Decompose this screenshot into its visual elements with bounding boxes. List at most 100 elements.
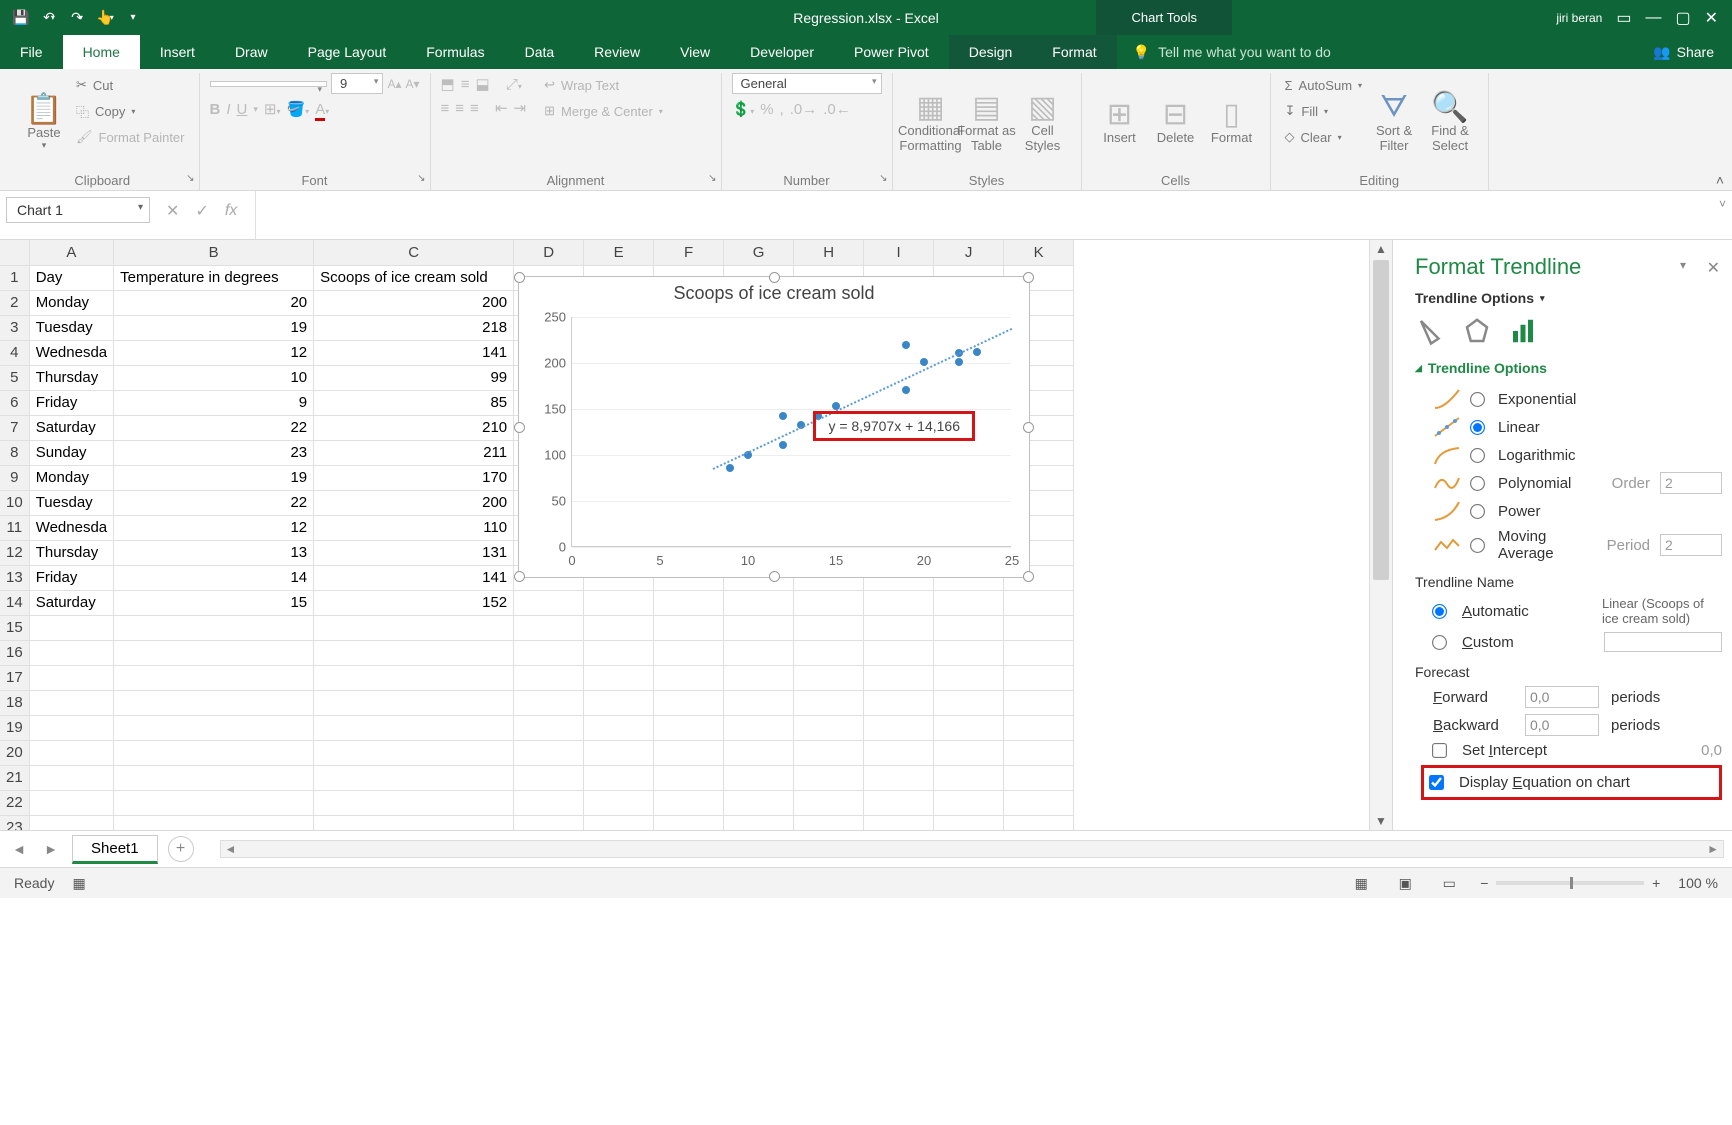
cell[interactable] xyxy=(794,640,864,665)
cell[interactable] xyxy=(794,615,864,640)
cell[interactable] xyxy=(314,640,514,665)
cell[interactable] xyxy=(864,815,934,830)
chart-data-point[interactable] xyxy=(902,386,910,394)
cell[interactable] xyxy=(514,740,584,765)
cell[interactable] xyxy=(584,640,654,665)
cell[interactable] xyxy=(934,640,1004,665)
cell[interactable] xyxy=(314,790,514,815)
conditional-formatting-button[interactable]: ▦Conditional Formatting xyxy=(903,73,959,172)
trendline-name-automatic[interactable]: AutomaticLinear (Scoops of ice cream sol… xyxy=(1433,596,1722,626)
align-middle-icon[interactable]: ≡ xyxy=(461,76,470,93)
align-bottom-icon[interactable]: ⬓ xyxy=(475,75,489,93)
row-header[interactable]: 22 xyxy=(0,790,29,815)
trend-exponential-option[interactable]: Exponential xyxy=(1433,388,1722,410)
cell[interactable] xyxy=(1004,640,1074,665)
percent-icon[interactable]: % xyxy=(760,101,773,118)
cell-styles-button[interactable]: ▧Cell Styles xyxy=(1015,73,1071,172)
cell[interactable] xyxy=(584,715,654,740)
cell[interactable] xyxy=(794,590,864,615)
cell[interactable] xyxy=(314,690,514,715)
tab-draw[interactable]: Draw xyxy=(215,35,288,69)
tab-file[interactable]: File xyxy=(0,35,63,69)
cell[interactable]: Monday xyxy=(29,290,113,315)
cell[interactable]: Tuesday xyxy=(29,315,113,340)
row-header[interactable]: 18 xyxy=(0,690,29,715)
trend-polynomial-option[interactable]: Polynomial Order 2 xyxy=(1433,472,1722,494)
embedded-chart[interactable]: Scoops of ice cream sold 050100150200250… xyxy=(518,276,1030,578)
cell[interactable]: Friday xyxy=(29,565,113,590)
chart-data-point[interactable] xyxy=(779,412,787,420)
cell[interactable] xyxy=(794,665,864,690)
tab-review[interactable]: Review xyxy=(574,35,660,69)
tab-design[interactable]: Design xyxy=(949,35,1033,69)
cell[interactable]: 170 xyxy=(314,465,514,490)
cell[interactable]: Sunday xyxy=(29,440,113,465)
tell-me-search[interactable]: 💡 Tell me what you want to do xyxy=(1117,35,1654,69)
cell[interactable] xyxy=(654,740,724,765)
trendline-options-section[interactable]: Trendline Options xyxy=(1428,360,1547,376)
cell[interactable] xyxy=(934,690,1004,715)
increase-font-icon[interactable]: A▴ xyxy=(387,77,401,91)
cell[interactable] xyxy=(1004,665,1074,690)
bold-button[interactable]: B xyxy=(210,101,221,118)
cell[interactable] xyxy=(794,740,864,765)
cell[interactable]: Wednesda xyxy=(29,340,113,365)
cell[interactable] xyxy=(724,640,794,665)
row-header[interactable]: 8 xyxy=(0,440,29,465)
cell[interactable] xyxy=(724,615,794,640)
cell[interactable]: 210 xyxy=(314,415,514,440)
cell[interactable]: Temperature in degrees xyxy=(114,265,314,290)
cell[interactable] xyxy=(654,640,724,665)
cell[interactable] xyxy=(114,815,314,830)
cell[interactable]: 13 xyxy=(114,540,314,565)
cell[interactable]: 14 xyxy=(114,565,314,590)
chart-data-point[interactable] xyxy=(902,341,910,349)
row-header[interactable]: 4 xyxy=(0,340,29,365)
row-header[interactable]: 23 xyxy=(0,815,29,830)
delete-cells-button[interactable]: ⊟Delete xyxy=(1148,73,1204,172)
cell[interactable] xyxy=(864,665,934,690)
fill-color-icon[interactable]: 🪣▾ xyxy=(286,100,309,118)
forecast-backward-input[interactable] xyxy=(1525,714,1599,736)
cell[interactable] xyxy=(1004,740,1074,765)
column-header[interactable]: D xyxy=(514,240,584,265)
custom-name-input[interactable] xyxy=(1604,632,1722,652)
chart-handle[interactable] xyxy=(514,272,525,283)
cell[interactable]: 152 xyxy=(314,590,514,615)
sheet-tab-sheet1[interactable]: Sheet1 xyxy=(72,835,158,864)
collapse-ribbon-icon[interactable]: ˄ xyxy=(1716,172,1724,188)
cell[interactable] xyxy=(514,590,584,615)
cell[interactable] xyxy=(29,715,113,740)
tab-insert[interactable]: Insert xyxy=(140,35,215,69)
column-header[interactable]: A xyxy=(29,240,113,265)
share-button[interactable]: 👥 Share xyxy=(1653,35,1732,69)
cell[interactable] xyxy=(114,765,314,790)
tab-data[interactable]: Data xyxy=(505,35,575,69)
tab-page-layout[interactable]: Page Layout xyxy=(288,35,407,69)
cell[interactable] xyxy=(864,615,934,640)
cell[interactable] xyxy=(654,615,724,640)
cell[interactable] xyxy=(934,615,1004,640)
tab-formulas[interactable]: Formulas xyxy=(406,35,504,69)
cell[interactable]: 211 xyxy=(314,440,514,465)
column-header[interactable]: K xyxy=(1004,240,1074,265)
increase-indent-icon[interactable]: ⇥ xyxy=(514,99,527,117)
cell[interactable] xyxy=(654,815,724,830)
maximize-icon[interactable]: ▢ xyxy=(1675,8,1690,28)
cell[interactable] xyxy=(514,790,584,815)
trendline-options-category-icon[interactable] xyxy=(1507,316,1539,346)
autosum-button[interactable]: ΣAutoSum▾ xyxy=(1281,73,1367,97)
cell[interactable] xyxy=(314,765,514,790)
cell[interactable] xyxy=(584,665,654,690)
sheet-nav-prev[interactable]: ◄ xyxy=(8,841,30,857)
font-color-icon[interactable]: A▾ xyxy=(315,101,329,118)
cell[interactable] xyxy=(934,715,1004,740)
cell[interactable] xyxy=(864,640,934,665)
cell[interactable] xyxy=(724,690,794,715)
cell[interactable] xyxy=(934,765,1004,790)
cell[interactable] xyxy=(29,790,113,815)
close-icon[interactable]: ✕ xyxy=(1705,8,1718,28)
chart-data-point[interactable] xyxy=(973,348,981,356)
clear-button[interactable]: ◇Clear▾ xyxy=(1281,125,1367,149)
forecast-forward-input[interactable] xyxy=(1525,686,1599,708)
